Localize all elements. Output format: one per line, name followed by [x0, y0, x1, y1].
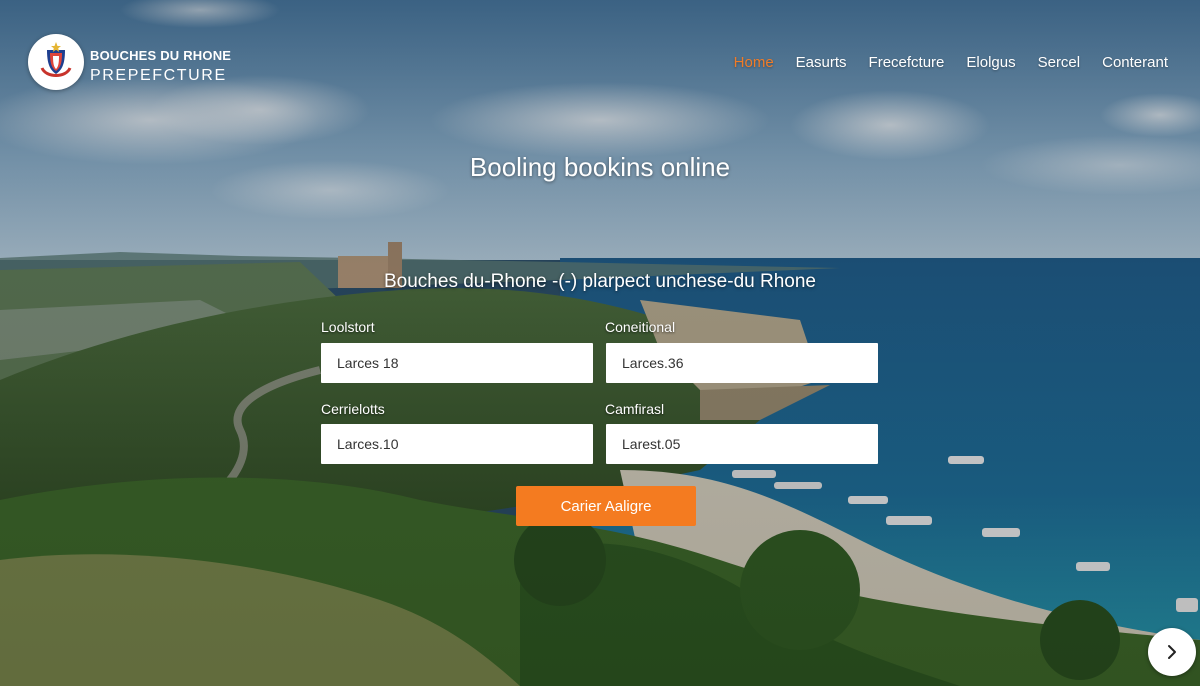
- hero-darken-overlay: [0, 0, 1200, 686]
- brand-name[interactable]: BOUCHES DU RHONE PREPEFCTURE: [90, 47, 231, 87]
- nav-item-elolgus[interactable]: Elolgus: [966, 54, 1015, 71]
- loolstort-input[interactable]: [321, 343, 593, 383]
- main-nav: Home Easurts Frecefcture Elolgus Sercel …: [734, 54, 1168, 71]
- prefecture-logo[interactable]: [28, 34, 84, 90]
- hero-headline: Booling bookins online: [469, 152, 731, 182]
- field-label-cerrielotts: Cerrielotts: [321, 401, 385, 417]
- chevron-right-icon: [1168, 645, 1176, 659]
- cerrielotts-input[interactable]: [321, 424, 593, 464]
- nav-item-easurts[interactable]: Easurts: [796, 54, 847, 71]
- nav-item-conterant[interactable]: Conterant: [1102, 54, 1168, 71]
- nav-item-frecefcture[interactable]: Frecefcture: [869, 54, 945, 71]
- carousel-next-button[interactable]: [1148, 628, 1196, 676]
- nav-item-home[interactable]: Home: [734, 54, 774, 71]
- hero-subheadline: Bouches du-Rhone -(-) plarpect unchese-d…: [384, 271, 816, 292]
- prefecture-emblem-icon: [40, 42, 72, 77]
- field-label-coneitional: Coneitional: [605, 319, 676, 335]
- field-label-loolstort: Loolstort: [321, 319, 375, 335]
- brand-subtitle: PREPEFCTURE: [90, 67, 227, 84]
- coneitional-input[interactable]: [606, 343, 878, 383]
- submit-booking-button[interactable]: Carier Aaligre: [516, 486, 696, 526]
- camfirasl-input[interactable]: [606, 424, 878, 464]
- brand-title: BOUCHES DU RHONE: [90, 48, 232, 63]
- nav-item-sercel[interactable]: Sercel: [1038, 54, 1081, 71]
- field-label-camfirasl: Camfirasl: [605, 401, 665, 417]
